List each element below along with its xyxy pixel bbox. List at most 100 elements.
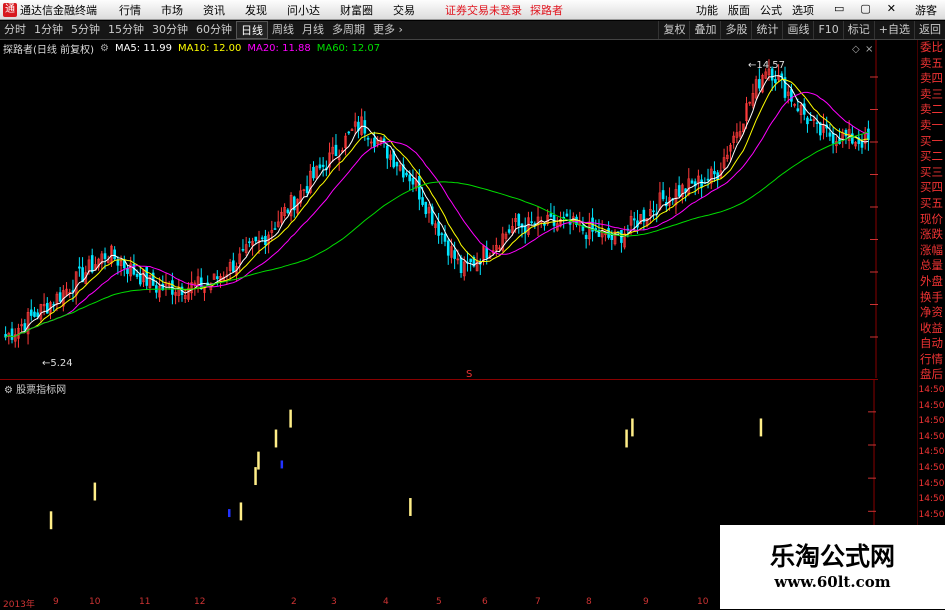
panel-item[interactable]: 买五 (918, 196, 945, 212)
tool-add-favorite[interactable]: +自选 (873, 21, 914, 39)
candle-body (241, 249, 245, 251)
tool-overlay[interactable]: 叠加 (689, 21, 720, 39)
panel-item[interactable]: 卖四 (918, 71, 945, 87)
candle-body (366, 137, 370, 140)
period-5min[interactable]: 5分钟 (67, 21, 104, 39)
menu-discover[interactable]: 发现 (245, 2, 267, 18)
panel-time: 14:50 (918, 494, 945, 505)
tool-mark[interactable]: 标记 (842, 21, 874, 39)
chart-controls: ◇ × (852, 44, 873, 54)
panel-item[interactable]: 买一 (918, 134, 945, 150)
maximize-icon[interactable]: ▢ (860, 2, 870, 18)
signal-bar-yellow (759, 418, 763, 437)
panel-item[interactable]: 委比 (918, 40, 945, 56)
tool-multi-stock[interactable]: 多股 (720, 21, 751, 39)
ma5-line (5, 75, 869, 338)
panel-item[interactable]: 收益 (918, 321, 945, 337)
candle-body (103, 253, 107, 259)
panel-time: 14:50 (918, 478, 945, 489)
period-60min[interactable]: 60分钟 (192, 21, 236, 39)
panel-item[interactable]: 换手 (918, 290, 945, 306)
panel-item[interactable]: 卖二 (918, 102, 945, 118)
panel-item[interactable]: 买四 (918, 180, 945, 196)
x-label: 3 (331, 597, 337, 607)
x-label: 11 (139, 597, 151, 607)
settings-icon[interactable]: ⚙ (100, 43, 109, 54)
panel-item[interactable]: 自动 (918, 336, 945, 352)
signal-bar-yellow (254, 467, 257, 486)
panel-item[interactable]: 卖一 (918, 118, 945, 134)
diamond-icon[interactable]: ◇ (852, 44, 860, 54)
watermark-url: www.60lt.com (774, 573, 891, 591)
period-tick[interactable]: 分时 (0, 21, 30, 39)
ma60-label: MA60: 12.07 (316, 42, 381, 54)
stock-name-label: 探路者 (530, 3, 563, 17)
minimize-icon[interactable]: ▭ (834, 2, 844, 18)
menu-trade[interactable]: 交易 (393, 2, 415, 18)
candle-body (45, 302, 49, 314)
candle-body (661, 190, 665, 200)
guest-label[interactable]: 游客 (915, 2, 937, 18)
tool-statistics[interactable]: 统计 (751, 21, 782, 39)
panel-item[interactable]: 买三 (918, 165, 945, 181)
panel-item[interactable]: 行情 (918, 352, 945, 368)
x-label: 2013年 (3, 600, 35, 610)
period-weekly[interactable]: 周线 (268, 21, 298, 39)
menu-formula[interactable]: 公式 (760, 2, 782, 18)
login-warning[interactable]: 证券交易未登录 (445, 2, 522, 18)
menu-function[interactable]: 功能 (696, 2, 718, 18)
candle-body (36, 312, 39, 317)
high-price-label: ←14.57 (748, 60, 785, 71)
panel-time: 14:50 (918, 447, 945, 458)
panel-item[interactable]: 买二 (918, 149, 945, 165)
ma10-line (5, 78, 869, 338)
tool-adjust[interactable]: 复权 (658, 21, 689, 39)
panel-item[interactable]: 总量 (918, 258, 945, 274)
period-15min[interactable]: 15分钟 (104, 21, 148, 39)
signal-bar-yellow (631, 418, 634, 437)
candle-body (700, 179, 703, 188)
menu-market[interactable]: 市场 (161, 2, 183, 18)
menu-news[interactable]: 资讯 (203, 2, 225, 18)
menu-ask[interactable]: 问小达 (287, 2, 320, 18)
panel-item[interactable]: 外盘 (918, 274, 945, 290)
main-kline-chart[interactable]: 14.0013.0012.0011.0010.009.008.007.006.0… (0, 40, 878, 378)
menu-wealth[interactable]: 财富圈 (340, 2, 373, 18)
period-multi[interactable]: 多周期 (328, 21, 369, 39)
candle-body (411, 178, 415, 185)
panel-item[interactable]: 涨跌 (918, 227, 945, 243)
close-icon[interactable]: ✕ (887, 2, 896, 18)
app-logo-icon: 通 (3, 2, 17, 17)
candle-body (90, 255, 94, 273)
panel-item[interactable]: 卖五 (918, 56, 945, 72)
menu-layout[interactable]: 版面 (728, 2, 750, 18)
period-1min[interactable]: 1分钟 (30, 21, 67, 39)
panel-item[interactable]: 涨幅 (918, 243, 945, 259)
period-more[interactable]: 更多 › (369, 21, 407, 39)
tool-draw-line[interactable]: 画线 (782, 21, 813, 39)
candle-body (443, 233, 447, 242)
signal-bar-yellow (257, 451, 260, 470)
panel-item[interactable]: 现价 (918, 212, 945, 228)
signal-bar-yellow (289, 409, 292, 428)
period-30min[interactable]: 30分钟 (148, 21, 192, 39)
candle-body (385, 145, 389, 159)
signal-bar-yellow (625, 429, 628, 448)
close-panel-icon[interactable]: × (865, 44, 873, 54)
candle-body (831, 133, 835, 144)
candle-body (408, 174, 412, 182)
tool-back[interactable]: 返回 (914, 21, 945, 39)
period-daily[interactable]: 日线 (236, 21, 268, 39)
menu-quotes[interactable]: 行情 (119, 2, 141, 18)
panel-item[interactable]: 盘后 (918, 367, 945, 383)
tool-f10[interactable]: F10 (813, 21, 842, 39)
candle-body (139, 273, 142, 285)
panel-item[interactable]: 净资 (918, 305, 945, 321)
candle-body (790, 89, 793, 102)
period-monthly[interactable]: 月线 (298, 21, 328, 39)
panel-item[interactable]: 卖三 (918, 87, 945, 103)
candle-body (549, 213, 553, 217)
x-label: 6 (482, 597, 488, 607)
menu-options[interactable]: 选项 (792, 2, 814, 18)
candle-body (232, 260, 235, 272)
